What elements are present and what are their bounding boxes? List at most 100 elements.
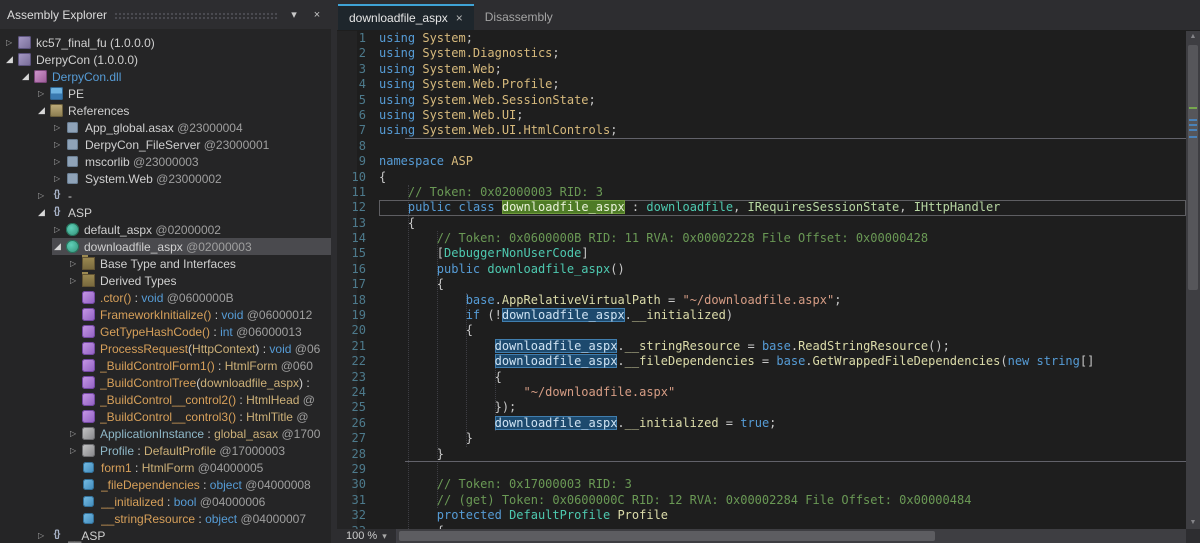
tree-item-app-global-asax[interactable]: ▷App_global.asax @23000004 bbox=[0, 119, 331, 136]
code-line-20[interactable]: 20 { bbox=[337, 323, 1186, 338]
code-line-29[interactable]: 29 bbox=[337, 462, 1186, 477]
expander-expanded-icon[interactable]: ◢ bbox=[36, 105, 50, 116]
code-line-25[interactable]: 25 }); bbox=[337, 400, 1186, 415]
tree-item-ctor[interactable]: .ctor() : void @0600000B bbox=[0, 289, 331, 306]
code-line-16[interactable]: 16 public downloadfile_aspx() bbox=[337, 262, 1186, 277]
reference-icon bbox=[67, 173, 78, 184]
tree-item-profile[interactable]: ▷Profile : DefaultProfile @17000003 bbox=[0, 442, 331, 459]
vertical-scroll-thumb[interactable] bbox=[1188, 45, 1198, 290]
expander-collapsed-icon[interactable]: ▷ bbox=[36, 531, 50, 540]
tree-item-applicationinstance[interactable]: ▷ApplicationInstance : global_asax @1700 bbox=[0, 425, 331, 442]
tab-downloadfile-aspx[interactable]: downloadfile_aspx× bbox=[338, 4, 474, 30]
tree-item-initialized[interactable]: __initialized : bool @04000006 bbox=[0, 493, 331, 510]
expander-collapsed-icon[interactable]: ▷ bbox=[52, 140, 66, 149]
expander-collapsed-icon[interactable]: ▷ bbox=[52, 157, 66, 166]
code-line-23[interactable]: 23 { bbox=[337, 370, 1186, 385]
tree-item-derpycon-1-0-0-0[interactable]: ◢DerpyCon (1.0.0.0) bbox=[0, 51, 331, 68]
code-line-18[interactable]: 18 base.AppRelativeVirtualPath = "~/down… bbox=[337, 293, 1186, 308]
code-line-17[interactable]: 17 { bbox=[337, 277, 1186, 292]
tree-item-[interactable]: ▷{}- bbox=[0, 187, 331, 204]
line-number: 11 bbox=[337, 185, 379, 200]
code-line-13[interactable]: 13 { bbox=[337, 216, 1186, 231]
panel-menu-button[interactable]: ▾ bbox=[286, 8, 302, 21]
zoom-control[interactable]: 100 % ▾ bbox=[337, 529, 397, 543]
code-line-28[interactable]: 28 } bbox=[337, 447, 1186, 462]
horizontal-scrollbar[interactable] bbox=[397, 529, 1186, 543]
tree-item-system-web[interactable]: ▷System.Web @23000002 bbox=[0, 170, 331, 187]
tree-item-derived-types[interactable]: ▷Derived Types bbox=[0, 272, 331, 289]
property-icon bbox=[82, 427, 95, 440]
tree-item-form1[interactable]: form1 : HtmlForm @04000005 bbox=[0, 459, 331, 476]
tree-item-stringresource[interactable]: __stringResource : object @04000007 bbox=[0, 510, 331, 527]
code-line-10[interactable]: 10{ bbox=[337, 170, 1186, 185]
tree-item-label: DerpyCon.dll bbox=[52, 70, 121, 84]
expander-expanded-icon[interactable]: ◢ bbox=[52, 241, 66, 252]
tree-item-asp[interactable]: ◢{}ASP bbox=[0, 204, 331, 221]
code-line-21[interactable]: 21 downloadfile_aspx.__stringResource = … bbox=[337, 339, 1186, 354]
expander-collapsed-icon[interactable]: ▷ bbox=[52, 123, 66, 132]
code-line-6[interactable]: 6using System.Web.UI; bbox=[337, 108, 1186, 123]
code-line-4[interactable]: 4using System.Web.Profile; bbox=[337, 77, 1186, 92]
expander-expanded-icon[interactable]: ◢ bbox=[36, 207, 50, 218]
code-line-30[interactable]: 30 // Token: 0x17000003 RID: 3 bbox=[337, 477, 1186, 492]
code-line-12[interactable]: 12 public class downloadfile_aspx : down… bbox=[337, 200, 1186, 215]
tree-item-asp[interactable]: ▷{}__ASP bbox=[0, 527, 331, 543]
expander-collapsed-icon[interactable]: ▷ bbox=[68, 446, 82, 455]
code-line-5[interactable]: 5using System.Web.SessionState; bbox=[337, 93, 1186, 108]
expander-collapsed-icon[interactable]: ▷ bbox=[68, 429, 82, 438]
code-line-15[interactable]: 15 [DebuggerNonUserCode] bbox=[337, 246, 1186, 261]
tree-item-mscorlib[interactable]: ▷ mscorlib @23000003 bbox=[0, 153, 331, 170]
scroll-down-icon[interactable]: ▼ bbox=[1186, 517, 1200, 529]
code-line-26[interactable]: 26 downloadfile_aspx.__initialized = tru… bbox=[337, 416, 1186, 431]
horizontal-scroll-thumb[interactable] bbox=[399, 531, 936, 541]
tree-item-frameworkinitialize[interactable]: FrameworkInitialize() : void @06000012 bbox=[0, 306, 331, 323]
expander-expanded-icon[interactable]: ◢ bbox=[20, 71, 34, 82]
tab-disassembly[interactable]: Disassembly bbox=[474, 4, 564, 30]
tree-item-processrequest[interactable]: ProcessRequest(HttpContext) : void @06 bbox=[0, 340, 331, 357]
tree-item-buildcontrol-control3[interactable]: _BuildControl__control3() : HtmlTitle @ bbox=[0, 408, 331, 425]
tree-item-base-type-and-interfaces[interactable]: ▷Base Type and Interfaces bbox=[0, 255, 331, 272]
code-line-22[interactable]: 22 downloadfile_aspx.__fileDependencies … bbox=[337, 354, 1186, 369]
code-line-2[interactable]: 2using System.Diagnostics; bbox=[337, 46, 1186, 61]
code-line-8[interactable]: 8 bbox=[337, 139, 1186, 154]
expander-collapsed-icon[interactable]: ▷ bbox=[4, 38, 18, 47]
code-line-27[interactable]: 27 } bbox=[337, 431, 1186, 446]
tree-item-default-aspx[interactable]: ▷default_aspx @02000002 bbox=[0, 221, 331, 238]
tree-item-downloadfile-aspx[interactable]: ◢downloadfile_aspx @02000003 bbox=[0, 238, 331, 255]
code-editor[interactable]: 1using System;2using System.Diagnostics;… bbox=[337, 31, 1186, 543]
expander-collapsed-icon[interactable]: ▷ bbox=[52, 174, 66, 183]
tree-item-kc57-final-fu-1-0-0-0[interactable]: ▷kc57_final_fu (1.0.0.0) bbox=[0, 34, 331, 51]
tree-item-filedependencies[interactable]: _fileDependencies : object @04000008 bbox=[0, 476, 331, 493]
code-line-31[interactable]: 31 // (get) Token: 0x0600000C RID: 12 RV… bbox=[337, 493, 1186, 508]
tree-item-buildcontroltree[interactable]: _BuildControlTree(downloadfile_aspx) : bbox=[0, 374, 331, 391]
expander-collapsed-icon[interactable]: ▷ bbox=[52, 225, 66, 234]
tree-item-buildcontrol-control2[interactable]: _BuildControl__control2() : HtmlHead @ bbox=[0, 391, 331, 408]
panel-close-button[interactable]: × bbox=[309, 9, 325, 21]
code-line-11[interactable]: 11 // Token: 0x02000003 RID: 3 bbox=[337, 185, 1186, 200]
tree-item-gettypehashcode[interactable]: GetTypeHashCode() : int @06000013 bbox=[0, 323, 331, 340]
expander-collapsed-icon[interactable]: ▷ bbox=[68, 259, 82, 268]
tree-item-pe[interactable]: ▷PE bbox=[0, 85, 331, 102]
tree-item-derpycon-fileserver[interactable]: ▷DerpyCon_FileServer @23000001 bbox=[0, 136, 331, 153]
code-line-24[interactable]: 24 "~/downloadfile.aspx" bbox=[337, 385, 1186, 400]
tree-item-buildcontrolform1[interactable]: _BuildControlForm1() : HtmlForm @060 bbox=[0, 357, 331, 374]
tree-item-references[interactable]: ◢References bbox=[0, 102, 331, 119]
expander-collapsed-icon[interactable]: ▷ bbox=[68, 276, 82, 285]
code-line-14[interactable]: 14 // Token: 0x0600000B RID: 11 RVA: 0x0… bbox=[337, 231, 1186, 246]
code-line-3[interactable]: 3using System.Web; bbox=[337, 62, 1186, 77]
expander-collapsed-icon[interactable]: ▷ bbox=[36, 191, 50, 200]
tree-item-derpycon-dll[interactable]: ◢ DerpyCon.dll bbox=[0, 68, 331, 85]
code-line-9[interactable]: 9namespace ASP bbox=[337, 154, 1186, 169]
line-number: 15 bbox=[337, 246, 379, 261]
expander-collapsed-icon[interactable]: ▷ bbox=[36, 89, 50, 98]
code-line-7[interactable]: 7using System.Web.UI.HtmlControls; bbox=[337, 123, 1186, 138]
code-line-1[interactable]: 1using System; bbox=[337, 31, 1186, 46]
code-line-19[interactable]: 19 if (!downloadfile_aspx.__initialized) bbox=[337, 308, 1186, 323]
tab-close-icon[interactable]: × bbox=[456, 11, 463, 25]
line-text: // Token: 0x02000003 RID: 3 bbox=[379, 185, 1186, 200]
code-line-32[interactable]: 32 protected DefaultProfile Profile bbox=[337, 508, 1186, 523]
scroll-up-icon[interactable]: ▲ bbox=[1186, 31, 1200, 43]
tree-item-label: mscorlib @23000003 bbox=[85, 155, 199, 169]
vertical-scrollbar[interactable]: ▲ ▼ bbox=[1186, 31, 1200, 529]
expander-expanded-icon[interactable]: ◢ bbox=[4, 54, 18, 65]
